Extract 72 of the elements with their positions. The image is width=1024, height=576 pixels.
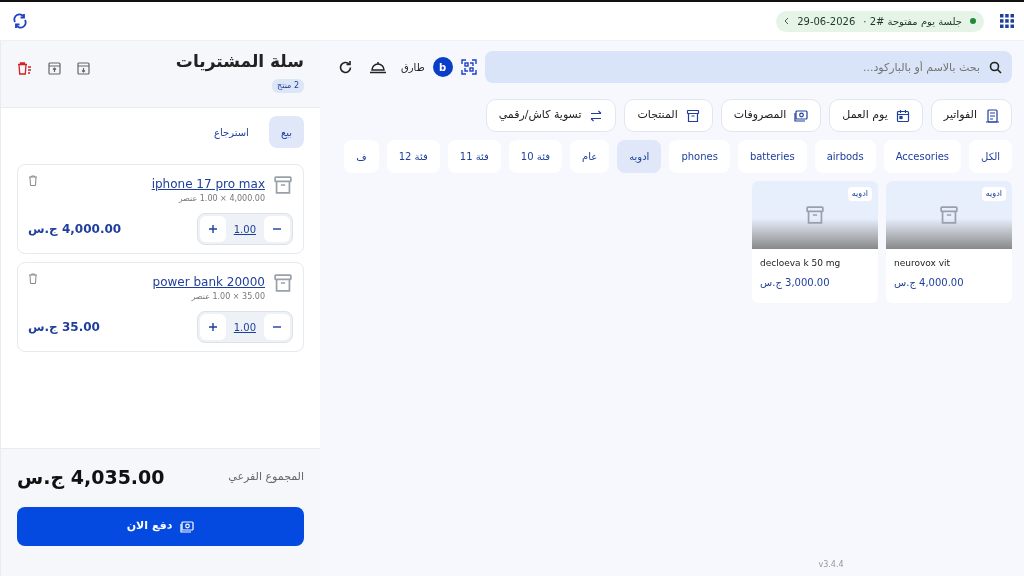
category-tab[interactable]: الكل bbox=[969, 140, 1012, 173]
action-button[interactable]: يوم العمل bbox=[829, 99, 923, 132]
user-avatar[interactable]: b bbox=[432, 57, 453, 77]
quantity-stepper[interactable]: 1.00 bbox=[196, 213, 293, 245]
clear-cart-icon[interactable] bbox=[17, 61, 32, 75]
subtotal-label: المجموع الفرعي bbox=[228, 468, 304, 485]
trash-icon[interactable] bbox=[28, 273, 38, 284]
decrease-button[interactable] bbox=[264, 314, 290, 340]
product-price: 3,000.00 ج.س bbox=[760, 275, 831, 290]
qr-scan-icon[interactable] bbox=[460, 59, 477, 75]
category-tab[interactable]: phones bbox=[669, 140, 730, 173]
search-icon bbox=[989, 61, 1002, 74]
decrease-button[interactable] bbox=[264, 216, 290, 242]
service-bell-icon[interactable] bbox=[369, 60, 387, 74]
archive-upload-icon[interactable] bbox=[48, 61, 61, 75]
apps-grid-icon[interactable] bbox=[1000, 14, 1014, 28]
category-tab[interactable]: Accesories bbox=[883, 140, 962, 173]
action-button[interactable]: المنتجات bbox=[624, 99, 713, 132]
user-name: طارق bbox=[401, 60, 425, 75]
quantity-value[interactable]: 1.00 bbox=[225, 221, 264, 237]
category-tab[interactable]: فئة 10 bbox=[508, 140, 562, 173]
swap-arrows-icon bbox=[589, 108, 604, 123]
increase-button[interactable] bbox=[199, 314, 226, 340]
action-button[interactable]: تسوية كاش/رقمي bbox=[485, 99, 617, 132]
category-tab[interactable]: عام bbox=[569, 140, 610, 173]
session-date: 29-06-2026 bbox=[797, 14, 856, 29]
archive-box-icon bbox=[273, 175, 293, 195]
mode-tab[interactable]: بيع bbox=[268, 116, 304, 148]
archive-box-icon bbox=[805, 205, 825, 225]
archive-box-icon bbox=[939, 205, 959, 225]
item-detail: 35.00 × 1.00 عنصر bbox=[191, 291, 265, 303]
cash-icon bbox=[794, 108, 809, 123]
archive-box-icon bbox=[273, 273, 293, 293]
category-tab[interactable]: ادويه bbox=[617, 140, 662, 173]
category-tab[interactable]: فئة 11 bbox=[447, 140, 501, 173]
category-tab[interactable]: batteries bbox=[737, 140, 807, 173]
product-link[interactable]: iphone 17 pro max bbox=[151, 175, 265, 193]
chevron-icon bbox=[784, 17, 790, 25]
trash-icon[interactable] bbox=[28, 175, 38, 186]
subtotal-value: 4,035.00 ج.س bbox=[17, 464, 165, 491]
action-button[interactable]: الفواتير bbox=[930, 99, 1012, 132]
quantity-stepper[interactable]: 1.00 bbox=[196, 311, 293, 343]
product-price: 4,000.00 ج.س bbox=[894, 275, 965, 290]
refresh-icon[interactable] bbox=[338, 59, 353, 75]
product-name: neurovox vit bbox=[894, 257, 952, 270]
session-label: جلسة يوم مفتوحة #2 · bbox=[863, 14, 962, 29]
plus-icon bbox=[207, 322, 218, 332]
version-label: v3.4.4 bbox=[818, 559, 844, 569]
category-tab[interactable]: ف bbox=[344, 140, 379, 173]
item-count: 2 منتج bbox=[272, 78, 304, 93]
item-total: 4,000.00 ج.س bbox=[28, 221, 122, 238]
category-tab[interactable]: airbods bbox=[814, 140, 876, 173]
quantity-value[interactable]: 1.00 bbox=[225, 319, 264, 335]
cash-icon bbox=[180, 519, 195, 534]
calendar-icon bbox=[895, 108, 910, 123]
category-tag: ادويه bbox=[981, 187, 1006, 201]
product-name: decloeva k 50 mg bbox=[760, 257, 842, 270]
archive-download-icon[interactable] bbox=[77, 61, 90, 75]
pay-button[interactable]: دفع الان bbox=[17, 507, 304, 546]
plus-icon bbox=[207, 224, 218, 234]
archive-box-icon bbox=[685, 108, 700, 123]
category-tag: ادويه bbox=[847, 187, 872, 201]
increase-button[interactable] bbox=[199, 216, 226, 242]
cart-title: سلة المشتريات bbox=[175, 50, 304, 74]
receipt-icon bbox=[985, 108, 999, 123]
item-total: 35.00 ج.س bbox=[28, 319, 100, 336]
sync-icon[interactable] bbox=[12, 13, 28, 29]
category-tab[interactable]: فئة 12 bbox=[386, 140, 440, 173]
mode-tab[interactable]: استرجاع bbox=[202, 116, 261, 148]
product-link[interactable]: power bank 20000 bbox=[152, 273, 265, 291]
action-button[interactable]: المصروفات bbox=[720, 99, 822, 132]
item-detail: 4,000.00 × 1.00 عنصر bbox=[178, 193, 265, 205]
